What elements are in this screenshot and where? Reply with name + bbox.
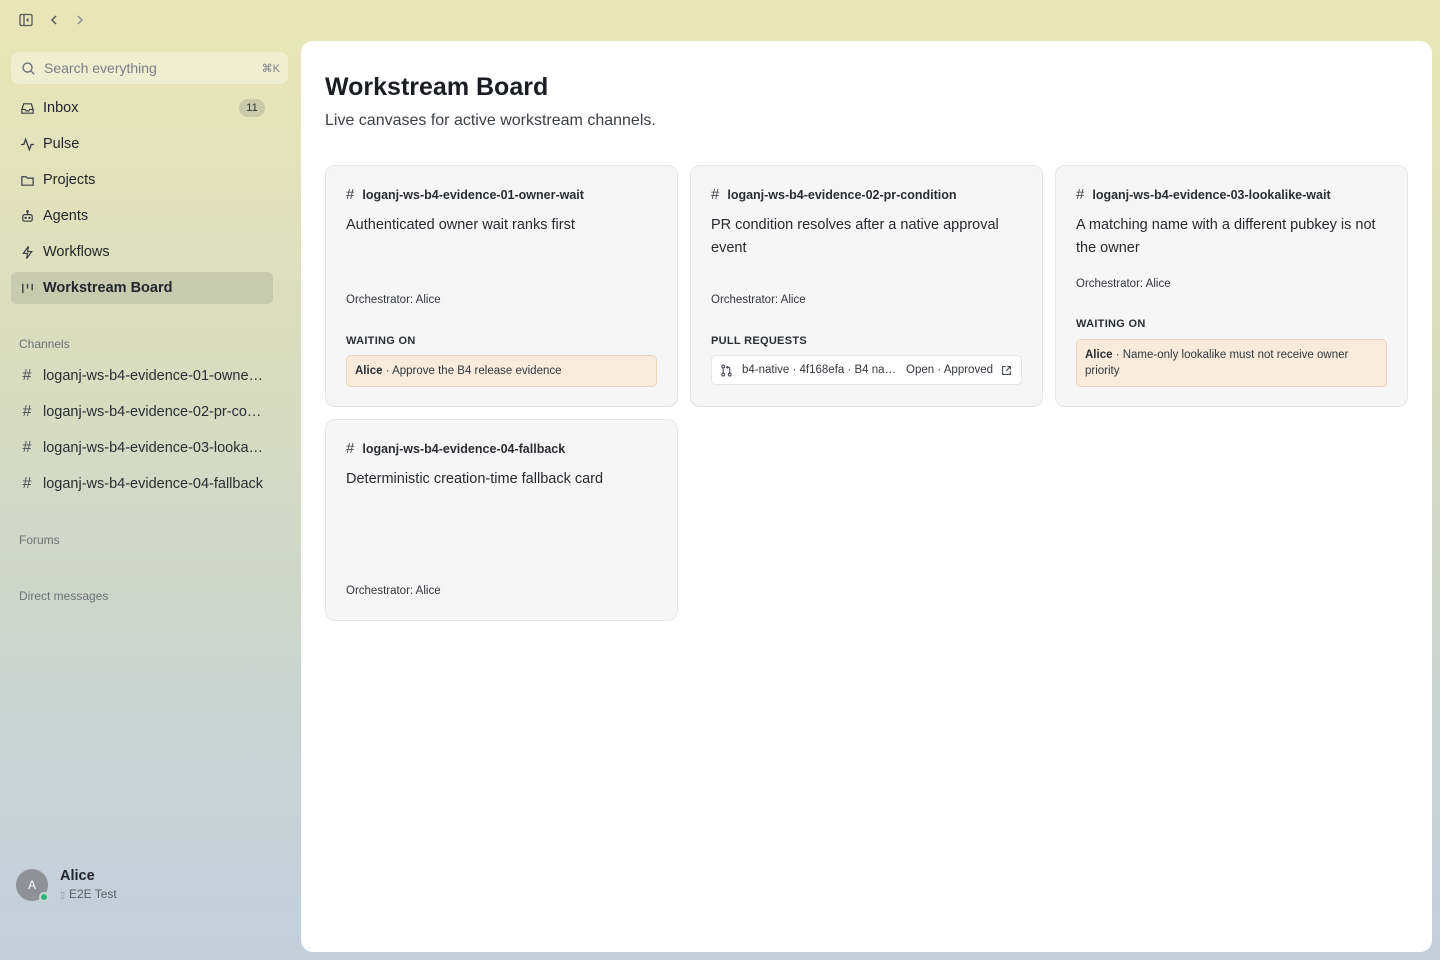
card-channel[interactable]: # loganj-ws-b4-evidence-01-owner-wait	[346, 186, 584, 203]
card-channel-name: loganj-ws-b4-evidence-03-lookalike-wait	[1092, 187, 1331, 202]
page-title: Workstream Board	[325, 73, 549, 101]
waiting-on-item[interactable]: Alice · Name-only lookalike must not rec…	[1076, 339, 1387, 387]
channel-item[interactable]: # loganj-ws-b4-evidence-02-pr-condition	[11, 396, 273, 428]
card-orchestrator: Orchestrator: Alice	[1076, 278, 1171, 290]
search-input[interactable]: Search everything ⌘K	[11, 52, 288, 84]
card-channel-name: loganj-ws-b4-evidence-04-fallback	[362, 441, 566, 456]
workstream-card[interactable]: # loganj-ws-b4-evidence-04-fallback Dete…	[325, 419, 678, 621]
card-orchestrator: Orchestrator: Alice	[346, 294, 441, 306]
pr-status: Open · Approved	[906, 364, 993, 376]
nav-item-label: Workflows	[43, 244, 110, 260]
card-description: Deterministic creation-time fallback car…	[346, 471, 604, 487]
channel-item[interactable]: # loganj-ws-b4-evidence-03-lookalike-wai…	[11, 432, 273, 464]
card-section-label: WAITING ON	[1076, 318, 1146, 330]
search-icon	[21, 61, 36, 76]
search-shortcut: ⌘K	[261, 62, 280, 75]
nav-item-workflows[interactable]: Workflows	[11, 236, 273, 268]
card-orchestrator: Orchestrator: Alice	[346, 585, 441, 597]
nav-item-workstream-board[interactable]: Workstream Board	[11, 272, 273, 304]
nav-item-label: Pulse	[43, 136, 80, 152]
wait-person: Alice	[1085, 349, 1113, 361]
pr-title: b4-native · 4f168efa · B4 native approva…	[742, 364, 898, 376]
hash-icon: #	[22, 403, 32, 420]
nav-item-label: Inbox	[43, 100, 79, 116]
channel-label: loganj-ws-b4-evidence-01-owner-wait	[43, 368, 265, 384]
hash-icon: #	[346, 440, 355, 457]
waiting-on-item[interactable]: Alice · Approve the B4 release evidence	[346, 355, 657, 387]
forums-section-label[interactable]: Forums	[19, 533, 60, 547]
hash-icon: #	[22, 367, 32, 384]
nav-item-agents[interactable]: Agents	[11, 200, 273, 232]
page-subtitle: Live canvases for active workstream chan…	[325, 112, 656, 129]
channel-item[interactable]: # loganj-ws-b4-evidence-01-owner-wait	[11, 360, 273, 392]
hash-icon: #	[22, 475, 32, 492]
nav-item-pulse[interactable]: Pulse	[11, 128, 273, 160]
sidebar: Search everything ⌘K Inbox 11 Pulse Proj…	[0, 40, 300, 960]
status-icon: ▯	[60, 890, 65, 900]
git-pull-request-icon	[720, 363, 734, 377]
user-status: E2E Test	[68, 887, 117, 901]
card-channel[interactable]: # loganj-ws-b4-evidence-04-fallback	[346, 440, 565, 457]
pulse-icon	[19, 136, 35, 152]
channel-item[interactable]: # loganj-ws-b4-evidence-04-fallback	[11, 468, 273, 500]
card-orchestrator: Orchestrator: Alice	[711, 294, 806, 306]
hash-icon: #	[22, 439, 32, 456]
wait-text: · Name-only lookalike must not receive o…	[1085, 349, 1349, 377]
card-channel[interactable]: # loganj-ws-b4-evidence-03-lookalike-wai…	[1076, 186, 1331, 203]
pull-request-item[interactable]: b4-native · 4f168efa · B4 native approva…	[711, 355, 1022, 385]
hash-icon: #	[346, 186, 355, 203]
folder-icon	[19, 172, 35, 188]
nav-item-projects[interactable]: Projects	[11, 164, 273, 196]
card-channel[interactable]: # loganj-ws-b4-evidence-02-pr-condition	[711, 186, 957, 203]
card-section-label: WAITING ON	[346, 335, 416, 347]
back-arrow-icon[interactable]	[44, 10, 64, 30]
workstream-card[interactable]: # loganj-ws-b4-evidence-01-owner-wait Au…	[325, 165, 678, 407]
workstream-card[interactable]: # loganj-ws-b4-evidence-03-lookalike-wai…	[1055, 165, 1408, 407]
nav-item-inbox[interactable]: Inbox 11	[11, 92, 273, 124]
dms-section-label[interactable]: Direct messages	[19, 589, 108, 603]
channels-section-label[interactable]: Channels	[19, 337, 70, 351]
inbox-count-badge: 11	[239, 99, 265, 117]
inbox-icon	[19, 100, 35, 116]
card-description: PR condition resolves after a native app…	[711, 217, 999, 256]
hash-icon: #	[1076, 186, 1085, 203]
avatar-initial: A	[27, 877, 36, 892]
nav-item-label: Agents	[43, 208, 89, 224]
card-section-label: PULL REQUESTS	[711, 335, 807, 347]
presence-indicator	[39, 891, 49, 902]
main-panel: Workstream Board Live canvases for activ…	[301, 41, 1432, 952]
channel-label: loganj-ws-b4-evidence-03-lookalike-wait	[43, 440, 265, 456]
wait-text: · Approve the B4 release evidence	[382, 365, 562, 377]
user-profile[interactable]: A Alice ▯ E2E Test	[16, 868, 117, 902]
avatar[interactable]: A	[16, 868, 49, 902]
nav-item-label: Projects	[43, 172, 96, 188]
board-icon	[19, 280, 35, 296]
forward-arrow-icon[interactable]	[70, 10, 90, 30]
card-channel-name: loganj-ws-b4-evidence-01-owner-wait	[362, 187, 584, 202]
workstream-card[interactable]: # loganj-ws-b4-evidence-02-pr-condition …	[690, 165, 1043, 407]
top-bar	[0, 0, 300, 40]
channel-label: loganj-ws-b4-evidence-04-fallback	[43, 476, 264, 492]
external-link-icon[interactable]	[1001, 365, 1013, 376]
sidebar-toggle-icon[interactable]	[16, 10, 36, 30]
user-name: Alice	[60, 868, 95, 884]
card-channel-name: loganj-ws-b4-evidence-02-pr-condition	[727, 187, 957, 202]
search-placeholder: Search everything	[44, 60, 157, 76]
card-description: A matching name with a different pubkey …	[1076, 217, 1376, 256]
card-description: Authenticated owner wait ranks first	[346, 217, 575, 233]
hash-icon: #	[711, 186, 720, 203]
agents-icon	[19, 208, 35, 224]
bolt-icon	[19, 244, 35, 260]
nav-item-label: Workstream Board	[43, 280, 173, 296]
wait-person: Alice	[355, 365, 383, 377]
channel-label: loganj-ws-b4-evidence-02-pr-condition	[43, 404, 265, 420]
